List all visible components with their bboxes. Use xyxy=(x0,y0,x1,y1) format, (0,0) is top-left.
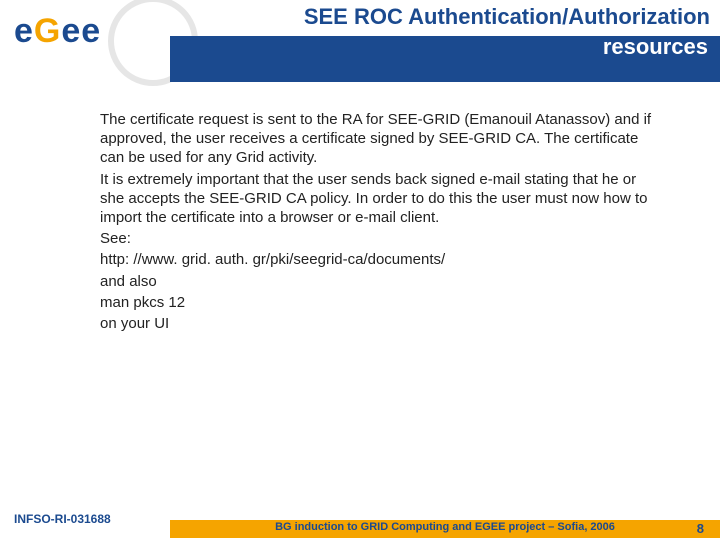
slide-footer: INFSO-RI-031688 BG induction to GRID Com… xyxy=(0,514,720,540)
logo-tagline: Enabling Grids for E-scienc. E xyxy=(346,98,459,107)
footer-center-text: BG induction to GRID Computing and EGEE … xyxy=(275,521,615,533)
logo-letter: e xyxy=(14,12,34,50)
page-number: 8 xyxy=(697,521,704,536)
body-paragraph: man pkcs 12 xyxy=(100,293,660,312)
logo: eGee xyxy=(8,4,166,76)
slide-title-line1: SEE ROC Authentication/Authorization xyxy=(170,4,710,30)
logo-letter: G xyxy=(34,12,61,50)
slide-header: eGee SEE ROC Authentication/Authorizatio… xyxy=(0,0,720,82)
footer-bar: BG induction to GRID Computing and EGEE … xyxy=(170,520,720,538)
body-paragraph: on your UI xyxy=(100,314,660,333)
body-paragraph: It is extremely important that the user … xyxy=(100,170,660,228)
slide-title-line2: resources xyxy=(603,34,708,60)
title-bar: resources Enabling Grids for E-scienc. E xyxy=(170,36,720,82)
body-paragraph: http: //www. grid. auth. gr/pki/seegrid-… xyxy=(100,250,660,269)
body-paragraph: and also xyxy=(100,272,660,291)
footer-left-id: INFSO-RI-031688 xyxy=(14,512,111,526)
logo-text: eGee xyxy=(14,12,101,51)
logo-letter: ee xyxy=(61,12,101,50)
body-content: The certificate request is sent to the R… xyxy=(100,110,660,335)
body-paragraph: See: xyxy=(100,229,660,248)
slide-title: SEE ROC Authentication/Authorization xyxy=(170,4,710,30)
body-paragraph: The certificate request is sent to the R… xyxy=(100,110,660,168)
